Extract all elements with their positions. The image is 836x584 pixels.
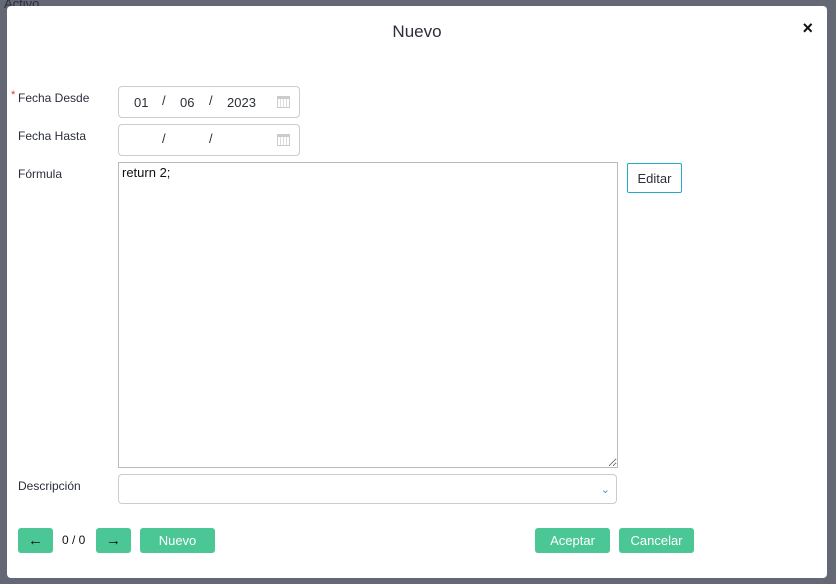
next-button[interactable]: → <box>96 528 131 553</box>
fecha-desde-input[interactable]: 01 / 06 / 2023 <box>118 86 300 118</box>
required-marker: * <box>11 89 16 101</box>
fecha-hasta-label: Fecha Hasta <box>18 129 87 143</box>
formula-label: Fórmula <box>18 167 63 181</box>
prev-button[interactable]: ← <box>18 528 53 553</box>
separator: / <box>162 131 166 146</box>
aceptar-button[interactable]: Aceptar <box>535 528 610 553</box>
descripcion-select[interactable]: ⌄ <box>118 474 617 504</box>
separator: / <box>209 131 213 146</box>
fecha-desde-label: * Fecha Desde <box>11 89 90 105</box>
chevron-down-icon: ⌄ <box>600 484 610 496</box>
editar-button[interactable]: Editar <box>627 163 682 193</box>
year[interactable]: 2023 <box>227 95 256 110</box>
day[interactable]: 01 <box>134 95 148 110</box>
modal-title: Nuevo <box>392 22 442 41</box>
formula-textarea[interactable]: return 2; <box>118 162 618 468</box>
separator: / <box>162 93 166 108</box>
separator: / <box>209 93 213 108</box>
calendar-icon[interactable] <box>277 96 290 108</box>
month[interactable]: 06 <box>180 95 194 110</box>
label-text: Fecha Desde <box>18 91 90 105</box>
calendar-icon[interactable] <box>277 134 290 146</box>
nuevo-button[interactable]: Nuevo <box>140 528 215 553</box>
cancelar-button[interactable]: Cancelar <box>619 528 694 553</box>
descripcion-label: Descripción <box>18 479 81 493</box>
record-counter: 0 / 0 <box>62 533 86 547</box>
close-icon[interactable]: × <box>802 18 813 39</box>
modal-dialog: Nuevo × * Fecha Desde 01 / 06 / 2023 Fech… <box>7 6 827 578</box>
fecha-hasta-input[interactable]: / / <box>118 124 300 156</box>
